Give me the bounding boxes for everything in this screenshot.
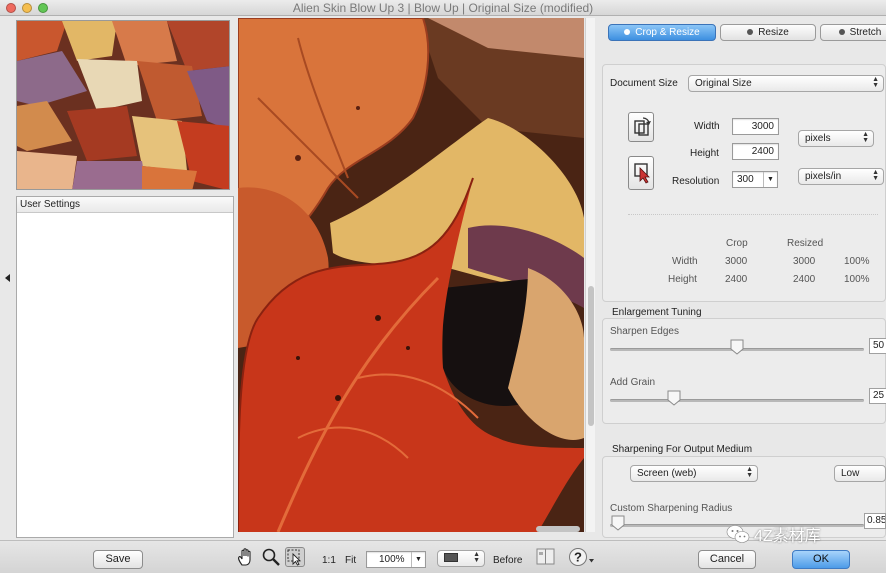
wechat-logo-icon (726, 524, 750, 549)
title-bar: Alien Skin Blow Up 3 | Blow Up | Origina… (0, 0, 886, 16)
tab-dot-icon (624, 29, 631, 35)
crop-pointer-icon (634, 163, 650, 184)
summary-height-percent: 100% (844, 274, 870, 285)
width-label: Width (694, 121, 720, 132)
sharpen-edges-knob[interactable] (730, 339, 744, 355)
preview-horizontal-scrollbar[interactable] (238, 524, 584, 534)
tab-dot-icon (747, 29, 754, 35)
preview-mode-select[interactable]: ▲ ▼ (437, 550, 485, 567)
summary-height-label: Height (668, 274, 697, 285)
enlargement-tuning-title: Enlargement Tuning (612, 307, 702, 318)
mode-tabs: Crop & Resize Resize Stretch (602, 22, 886, 44)
width-field[interactable]: 3000 (732, 118, 779, 135)
crop-select-tool-icon[interactable] (285, 547, 305, 567)
updown-arrows-icon: ▲ ▼ (872, 169, 879, 182)
sharpen-edges-label: Sharpen Edges (610, 326, 679, 337)
resolution-label: Resolution (672, 176, 720, 187)
sharpening-radius-value[interactable]: 0.85 (864, 513, 886, 529)
preview-swatch-icon (444, 553, 458, 562)
cancel-button[interactable]: Cancel (698, 550, 756, 569)
tab-dot-icon (838, 29, 845, 35)
hand-tool-icon[interactable] (236, 547, 256, 567)
resized-column-header: Resized (787, 238, 824, 249)
custom-sharpening-radius-label: Custom Sharpening Radius (610, 503, 733, 514)
user-settings-header: User Settings (17, 197, 233, 213)
sharpening-amount-select[interactable]: Low (834, 465, 886, 482)
tab-stretch[interactable]: Stretch (820, 24, 886, 41)
updown-arrows-icon: ▲ ▼ (862, 131, 869, 144)
add-grain-knob[interactable] (667, 390, 681, 406)
resolution-field[interactable]: 300 ▼ (732, 171, 778, 188)
zoom-level-field[interactable]: 100% ▼ (366, 551, 426, 568)
output-medium-select[interactable]: Screen (web) ▲ ▼ (630, 465, 758, 482)
tab-resize[interactable]: Resize (720, 24, 816, 41)
summary-width-resized: 3000 (793, 256, 816, 267)
height-label: Height (690, 148, 719, 159)
size-unit-select[interactable]: pixels ▲ ▼ (798, 130, 874, 147)
summary-height-crop: 2400 (725, 274, 748, 285)
help-button[interactable]: ? (568, 547, 596, 567)
crop-rotate-icon (634, 117, 651, 136)
divider (628, 214, 878, 215)
sharpening-output-title: Sharpening For Output Medium (612, 444, 753, 455)
image-preview[interactable] (238, 18, 584, 532)
sharpening-radius-knob[interactable] (611, 515, 625, 531)
sharpen-edges-value[interactable]: 50 (869, 338, 886, 354)
updown-arrows-icon: ▲ ▼ (473, 551, 480, 564)
resolution-unit-select[interactable]: pixels/in ▲ ▼ (798, 168, 884, 185)
crop-column-header: Crop (726, 238, 748, 249)
summary-height-resized: 2400 (793, 274, 816, 285)
summary-width-crop: 3000 (725, 256, 748, 267)
summary-width-percent: 100% (844, 256, 870, 267)
before-toggle-label[interactable]: Before (493, 555, 522, 566)
document-size-select[interactable]: Original Size ▲ ▼ (688, 75, 884, 92)
ok-button[interactable]: OK (792, 550, 850, 569)
updown-arrows-icon: ▲ ▼ (746, 466, 753, 479)
preview-vertical-scrollbar[interactable] (585, 18, 595, 532)
summary-width-label: Width (672, 256, 698, 267)
add-grain-label: Add Grain (610, 377, 656, 388)
add-grain-value[interactable]: 25 (869, 388, 886, 404)
document-size-label: Document Size (610, 78, 678, 89)
svg-text:?: ? (574, 550, 582, 565)
add-grain-slider[interactable] (610, 399, 864, 402)
chevron-down-icon[interactable]: ▼ (763, 172, 777, 187)
crop-from-image-button[interactable] (628, 156, 654, 190)
zoom-fit-button[interactable]: Fit (345, 555, 356, 566)
updown-arrows-icon: ▲ ▼ (872, 76, 879, 89)
navigator-thumbnail[interactable] (16, 20, 230, 190)
crop-rotate-button[interactable] (628, 112, 654, 142)
window-title: Alien Skin Blow Up 3 | Blow Up | Origina… (292, 1, 594, 15)
user-settings-panel: User Settings (16, 196, 234, 538)
zoom-tool-icon[interactable] (261, 547, 281, 567)
save-button[interactable]: Save (93, 550, 143, 569)
zoom-1to1-button[interactable]: 1:1 (322, 555, 336, 566)
watermark: 4Z素材库 (726, 522, 821, 549)
chevron-down-icon[interactable]: ▼ (411, 552, 425, 567)
height-field[interactable]: 2400 (732, 143, 779, 160)
tab-crop-resize[interactable]: Crop & Resize (608, 24, 716, 41)
collapse-panel-arrow-icon[interactable] (5, 274, 10, 282)
split-view-icon[interactable] (536, 547, 556, 567)
